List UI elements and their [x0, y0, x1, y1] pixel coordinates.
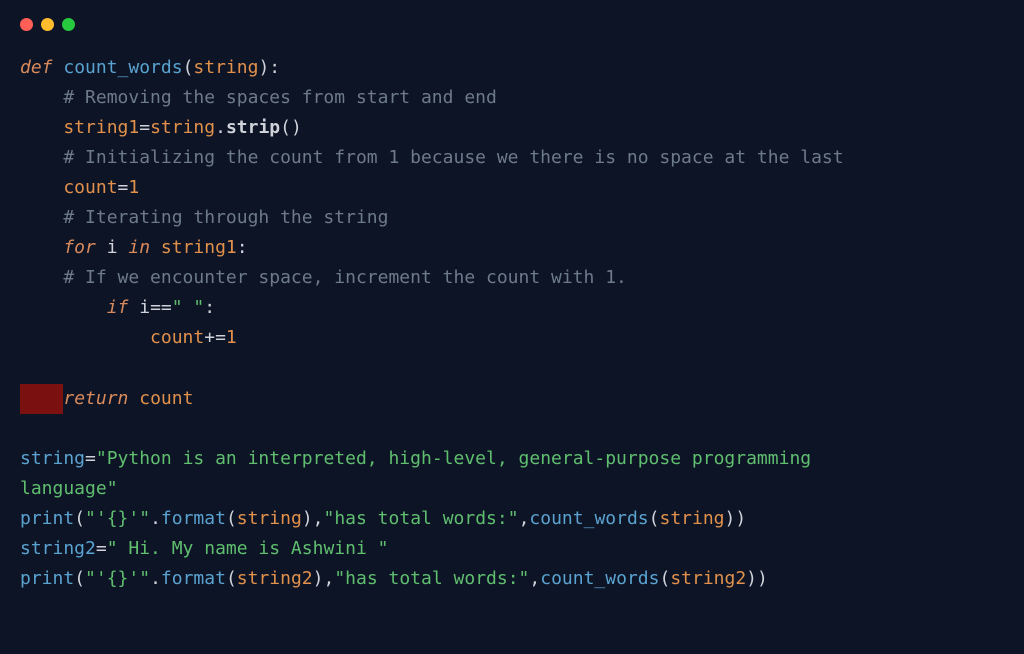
builtin-print: print: [20, 508, 74, 529]
variable: string: [20, 448, 85, 469]
number: 1: [128, 177, 139, 198]
comment: # Iterating through the string: [20, 207, 388, 228]
arg: string: [659, 508, 724, 529]
variable: string: [150, 117, 215, 138]
paren: )): [725, 508, 747, 529]
op: =: [139, 117, 150, 138]
op: =: [118, 177, 129, 198]
call: (): [280, 117, 302, 138]
method: strip: [226, 117, 280, 138]
variable: count: [128, 388, 193, 409]
method-format: format: [161, 568, 226, 589]
paren: (: [226, 508, 237, 529]
comment: # Removing the spaces from start and end: [20, 87, 497, 108]
variable: string1: [20, 117, 139, 138]
op-eq: ==: [150, 297, 172, 318]
string-literal: "has total words:": [334, 568, 529, 589]
builtin-print: print: [20, 568, 74, 589]
paren: (: [226, 568, 237, 589]
colon: :: [204, 297, 215, 318]
comma: ,: [529, 568, 540, 589]
paren: (: [649, 508, 660, 529]
var-i: i: [128, 297, 150, 318]
string-literal: "has total words:": [324, 508, 519, 529]
window-titlebar: [20, 18, 1004, 31]
keyword-if: if: [20, 297, 128, 318]
op: =: [85, 448, 96, 469]
paren: (: [183, 57, 194, 78]
maximize-icon[interactable]: [62, 18, 75, 31]
param: string: [193, 57, 258, 78]
arg: string2: [237, 568, 313, 589]
function-call: count_words: [540, 568, 659, 589]
comma: ,: [519, 508, 530, 529]
close-icon[interactable]: [20, 18, 33, 31]
variable: string2: [20, 538, 96, 559]
variable: count: [20, 177, 118, 198]
colon: :: [237, 237, 248, 258]
dot: .: [150, 568, 161, 589]
function-name: count_words: [53, 57, 183, 78]
arg: string: [237, 508, 302, 529]
arg: string2: [670, 568, 746, 589]
string-literal: "Python is an interpreted, high-level, g…: [96, 448, 822, 469]
keyword-in: in: [128, 237, 150, 258]
paren: )): [746, 568, 768, 589]
string-literal: "'{}'": [85, 508, 150, 529]
op: =: [96, 538, 107, 559]
paren: (: [74, 568, 85, 589]
variable: string1: [150, 237, 237, 258]
string-literal: "'{}'": [85, 568, 150, 589]
minimize-icon[interactable]: [41, 18, 54, 31]
string-literal-cont: language": [20, 478, 118, 499]
paren: (: [659, 568, 670, 589]
keyword-return: return: [63, 388, 128, 409]
number: 1: [226, 327, 237, 348]
paren-comma: ),: [313, 568, 335, 589]
comment: # Initializing the count from 1 because …: [20, 147, 844, 168]
function-call: count_words: [529, 508, 648, 529]
paren-colon: ):: [258, 57, 280, 78]
comment: # If we encounter space, increment the c…: [20, 267, 627, 288]
dot: .: [215, 117, 226, 138]
loop-var: i: [96, 237, 129, 258]
keyword-for: for: [20, 237, 96, 258]
paren-comma: ),: [302, 508, 324, 529]
string-literal: " ": [172, 297, 205, 318]
code-block: def count_words(string): # Removing the …: [20, 53, 1004, 594]
method-format: format: [161, 508, 226, 529]
error-highlight: [20, 384, 63, 414]
op: +=: [204, 327, 226, 348]
variable: count: [20, 327, 204, 348]
paren: (: [74, 508, 85, 529]
keyword-def: def: [20, 57, 53, 78]
dot: .: [150, 508, 161, 529]
string-literal: " Hi. My name is Ashwini ": [107, 538, 389, 559]
code-window: def count_words(string): # Removing the …: [0, 0, 1024, 654]
